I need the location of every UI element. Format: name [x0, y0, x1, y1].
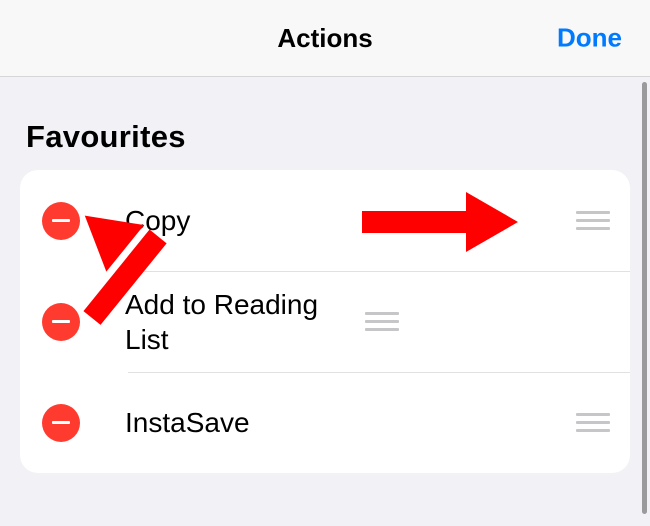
list-item: InstaSave — [20, 372, 630, 473]
minus-icon — [52, 320, 70, 324]
list-item: Add to Reading List — [20, 271, 630, 372]
section-title-favourites: Favourites — [26, 119, 630, 155]
drag-handle-icon[interactable] — [365, 312, 399, 331]
page-title: Actions — [277, 23, 372, 54]
list-item-label: Add to Reading List — [125, 287, 365, 357]
drag-handle-icon[interactable] — [576, 211, 610, 230]
list-item-label: Copy — [125, 203, 576, 238]
list-item: Copy — [20, 170, 630, 271]
content-area: Favourites Copy Add to Reading List — [0, 119, 650, 473]
list-item-label: InstaSave — [125, 405, 576, 440]
minus-icon — [52, 219, 70, 223]
remove-button[interactable] — [42, 303, 80, 341]
header-bar: Actions Done — [0, 0, 650, 77]
minus-icon — [52, 421, 70, 425]
remove-button[interactable] — [42, 202, 80, 240]
favourites-list: Copy Add to Reading List InstaSave — [20, 170, 630, 473]
drag-handle-icon[interactable] — [576, 413, 610, 432]
remove-button[interactable] — [42, 404, 80, 442]
done-button[interactable]: Done — [557, 23, 622, 54]
scrollbar[interactable] — [642, 82, 647, 514]
